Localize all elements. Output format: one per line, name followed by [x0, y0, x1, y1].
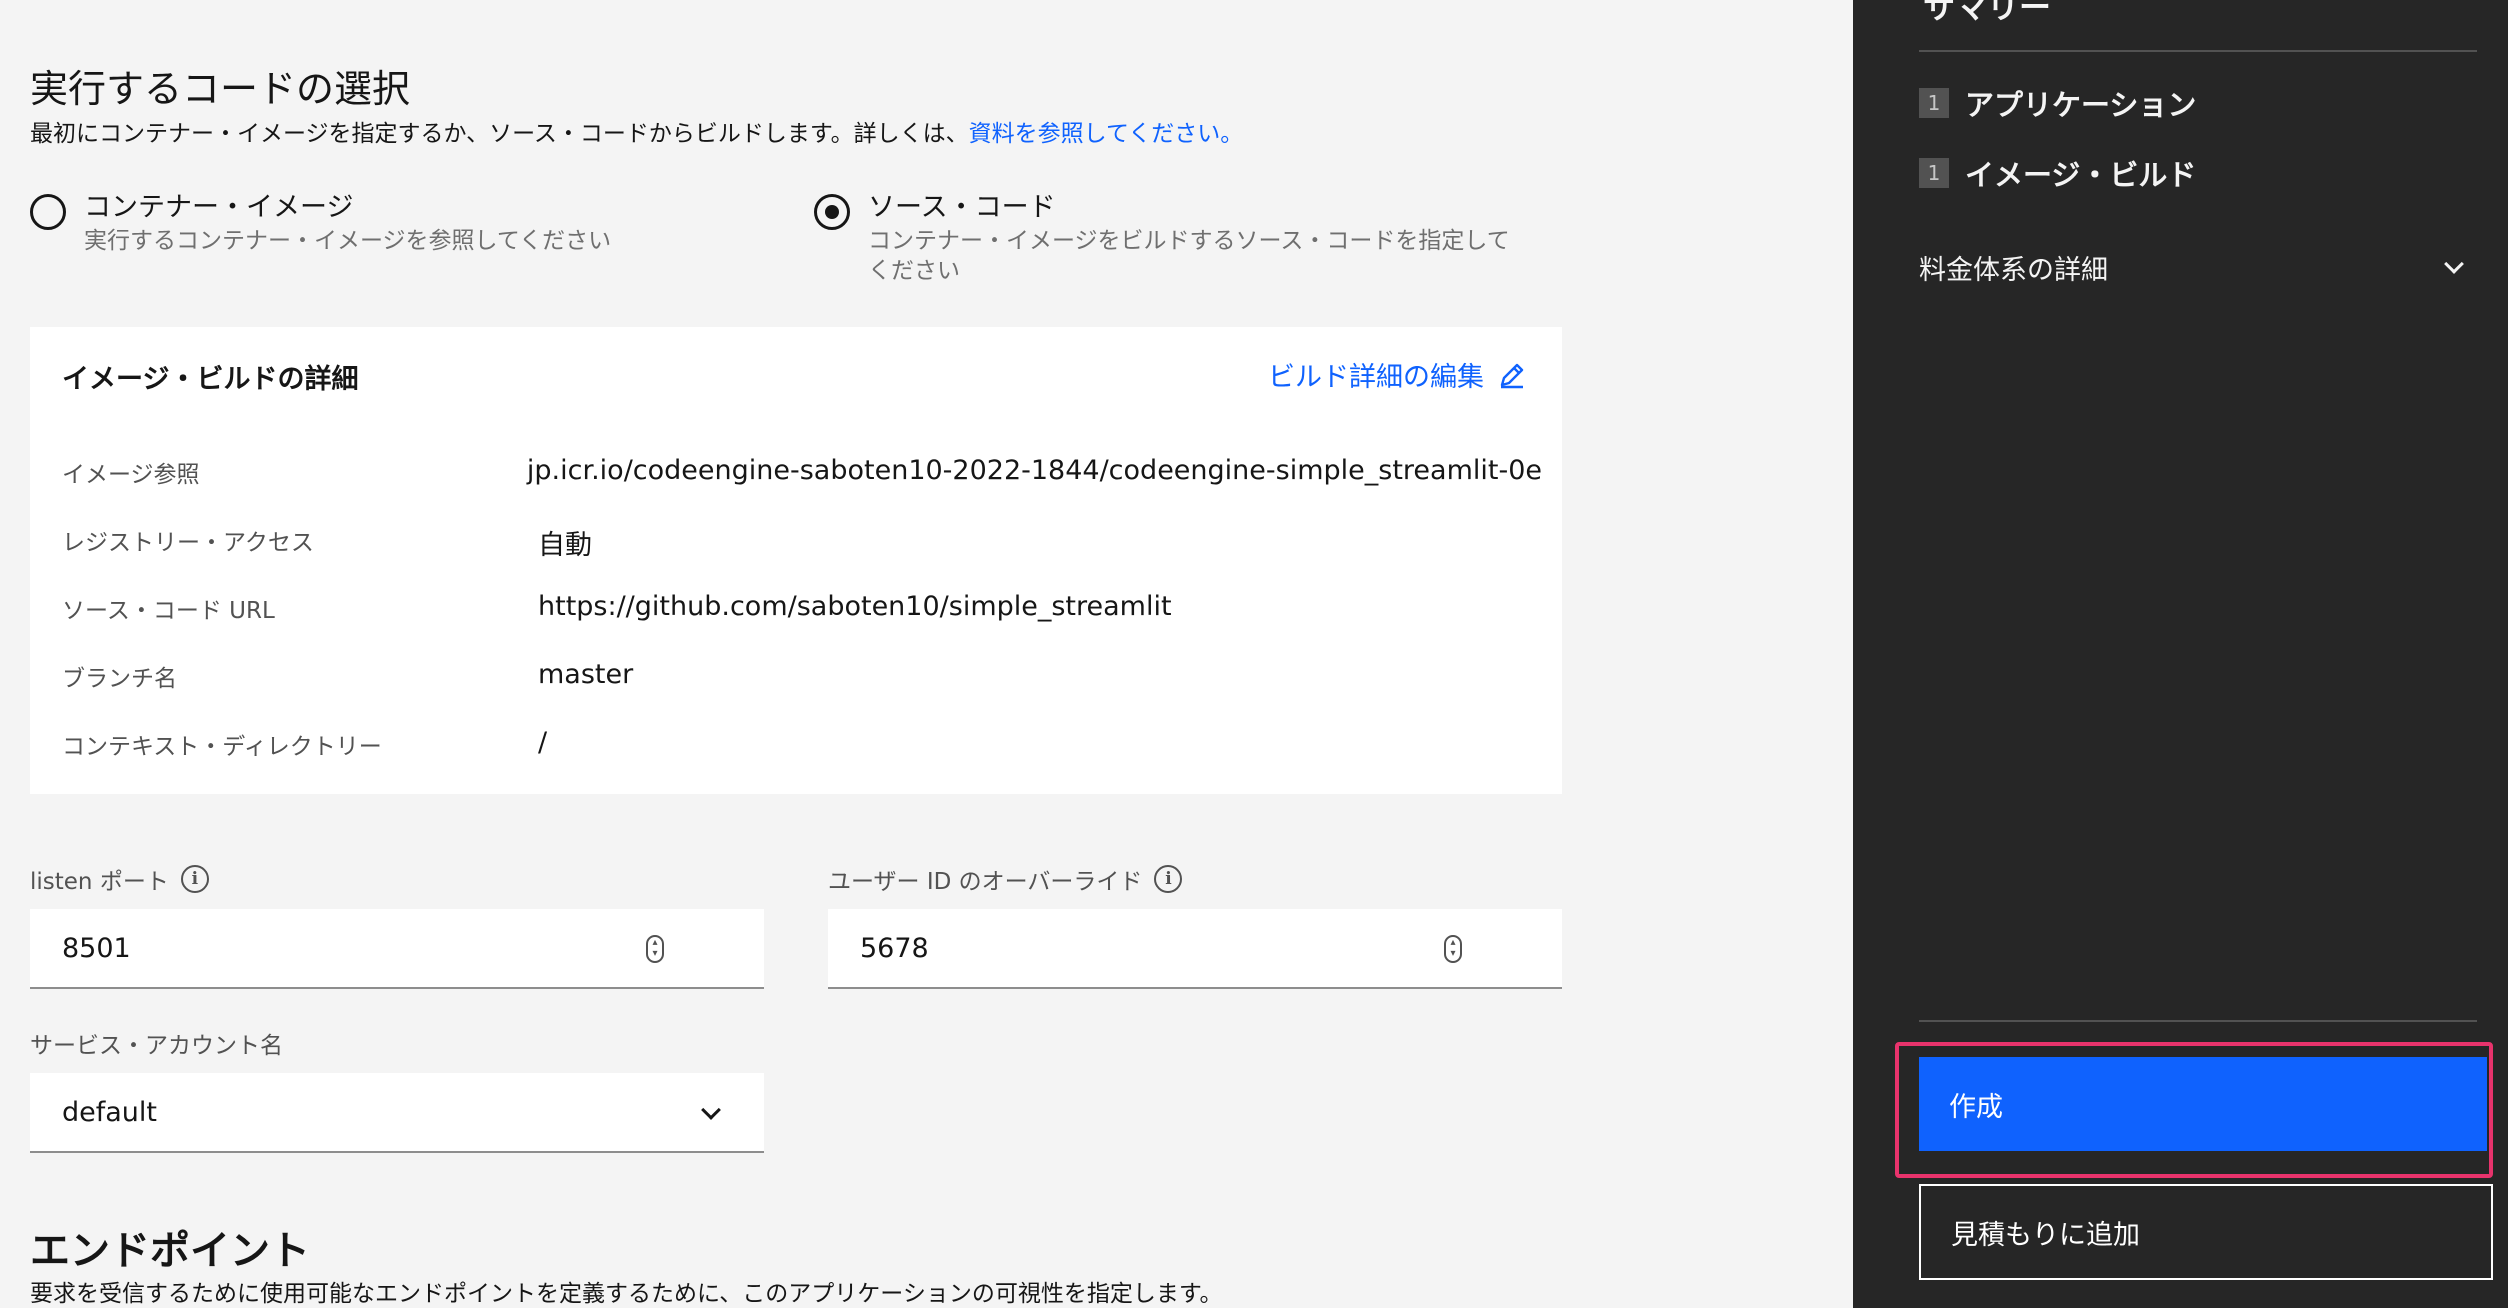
- field-label-text: サービス・アカウント名: [30, 1033, 283, 1059]
- pricing-details-toggle[interactable]: 料金体系の詳細: [1919, 248, 2479, 287]
- detail-key: コンテキスト・ディレクトリー: [62, 734, 382, 760]
- summary-step: 1 アプリケーション: [1919, 82, 2196, 124]
- detail-row: コンテキスト・ディレクトリー /: [62, 727, 1542, 761]
- summary-title: サマリー: [1923, 0, 2052, 26]
- detail-value: jp.icr.io/codeengine-saboten10-2022-1844…: [526, 455, 1542, 486]
- detail-row: レジストリー・アクセス 自動: [62, 523, 1542, 562]
- step-number: 1: [1919, 88, 1949, 118]
- detail-value: master: [538, 659, 634, 690]
- detail-key: ブランチ名: [62, 666, 177, 692]
- detail-row: ソース・コード URL https://github.com/saboten10…: [62, 591, 1542, 625]
- chevron-down-icon: [701, 1100, 721, 1120]
- pencil-icon: [1500, 363, 1524, 388]
- endpoint-title: エンドポイント: [30, 1228, 310, 1274]
- divider: [1919, 50, 2477, 52]
- step-label: アプリケーション: [1965, 88, 2197, 122]
- create-button[interactable]: 作成: [1919, 1057, 2487, 1151]
- intro-text: 最初にコンテナー・イメージを指定するか、ソース・コードからビルドします。詳しくは…: [30, 121, 969, 147]
- radio-label: ソース・コード: [868, 192, 1056, 223]
- radio-container-image[interactable]: コンテナー・イメージ 実行するコンテナー・イメージを参照してください: [30, 190, 611, 256]
- service-account-label: サービス・アカウント名: [30, 1026, 283, 1060]
- card-title: イメージ・ビルドの詳細: [62, 364, 359, 395]
- listen-port-input[interactable]: 8501 ▴ ▾: [30, 909, 764, 989]
- detail-value: /: [538, 727, 548, 758]
- info-icon[interactable]: i: [1154, 865, 1183, 893]
- user-id-input[interactable]: 5678 ▴ ▾: [828, 909, 1562, 989]
- pricing-label: 料金体系の詳細: [1919, 255, 2108, 286]
- section-title: 実行するコードの選択: [30, 67, 411, 111]
- docs-link[interactable]: 資料を参照してください。: [969, 121, 1244, 147]
- radio-label: コンテナー・イメージ: [84, 192, 354, 223]
- radio-button[interactable]: [30, 194, 66, 230]
- detail-value: 自動: [538, 530, 592, 561]
- field-label-text: ユーザー ID のオーバーライド: [828, 869, 1143, 895]
- field-label-text: listen ポート: [30, 869, 169, 895]
- chevron-down-icon: [2444, 253, 2464, 274]
- endpoint-description: 要求を受信するために使用可能なエンドポイントを定義するために、このアプリケーショ…: [30, 1281, 1223, 1307]
- listen-port-label: listen ポート i: [30, 862, 209, 896]
- user-id-label: ユーザー ID のオーバーライド i: [828, 862, 1183, 896]
- detail-key: イメージ参照: [62, 462, 200, 488]
- main-panel: 実行するコードの選択 最初にコンテナー・イメージを指定するか、ソース・コードから…: [0, 0, 1853, 1308]
- build-details-card: イメージ・ビルドの詳細 ビルド詳細の編集 イメージ参照 jp.icr.io/co…: [30, 327, 1562, 794]
- info-icon[interactable]: i: [180, 865, 209, 893]
- section-intro: 最初にコンテナー・イメージを指定するか、ソース・コードからビルドします。詳しくは…: [30, 114, 1243, 148]
- input-value: 5678: [860, 932, 929, 964]
- step-number: 1: [1919, 158, 1949, 188]
- detail-row: イメージ参照 jp.icr.io/codeengine-saboten10-20…: [62, 455, 1542, 489]
- radio-help: 実行するコンテナー・イメージを参照してください: [84, 228, 612, 254]
- service-account-select[interactable]: default: [30, 1073, 764, 1153]
- add-to-estimate-button[interactable]: 見積もりに追加: [1919, 1184, 2493, 1280]
- select-value: default: [62, 1096, 158, 1128]
- edit-build-details-link[interactable]: ビルド詳細の編集: [1268, 355, 1526, 394]
- button-label: 見積もりに追加: [1951, 1219, 2140, 1251]
- stepper-icon[interactable]: ▴ ▾: [646, 935, 664, 963]
- summary-step: 1 イメージ・ビルド: [1919, 152, 2196, 194]
- radio-source-code[interactable]: ソース・コード コンテナー・イメージをビルドするソース・コードを指定して くださ…: [814, 190, 1510, 286]
- radio-button-selected[interactable]: [814, 194, 850, 230]
- detail-key: レジストリー・アクセス: [62, 530, 314, 556]
- step-label: イメージ・ビルド: [1965, 158, 2197, 192]
- radio-help: コンテナー・イメージをビルドするソース・コードを指定して: [868, 228, 1510, 254]
- stepper-icon[interactable]: ▴ ▾: [1444, 935, 1462, 963]
- detail-row: ブランチ名 master: [62, 659, 1542, 693]
- edit-label: ビルド詳細の編集: [1268, 362, 1484, 393]
- input-value: 8501: [62, 932, 131, 964]
- button-label: 作成: [1949, 1091, 2003, 1123]
- radio-help-cont: ください: [868, 258, 960, 284]
- divider: [1919, 1020, 2477, 1022]
- detail-key: ソース・コード URL: [62, 598, 275, 624]
- detail-value: https://github.com/saboten10/simple_stre…: [538, 591, 1172, 622]
